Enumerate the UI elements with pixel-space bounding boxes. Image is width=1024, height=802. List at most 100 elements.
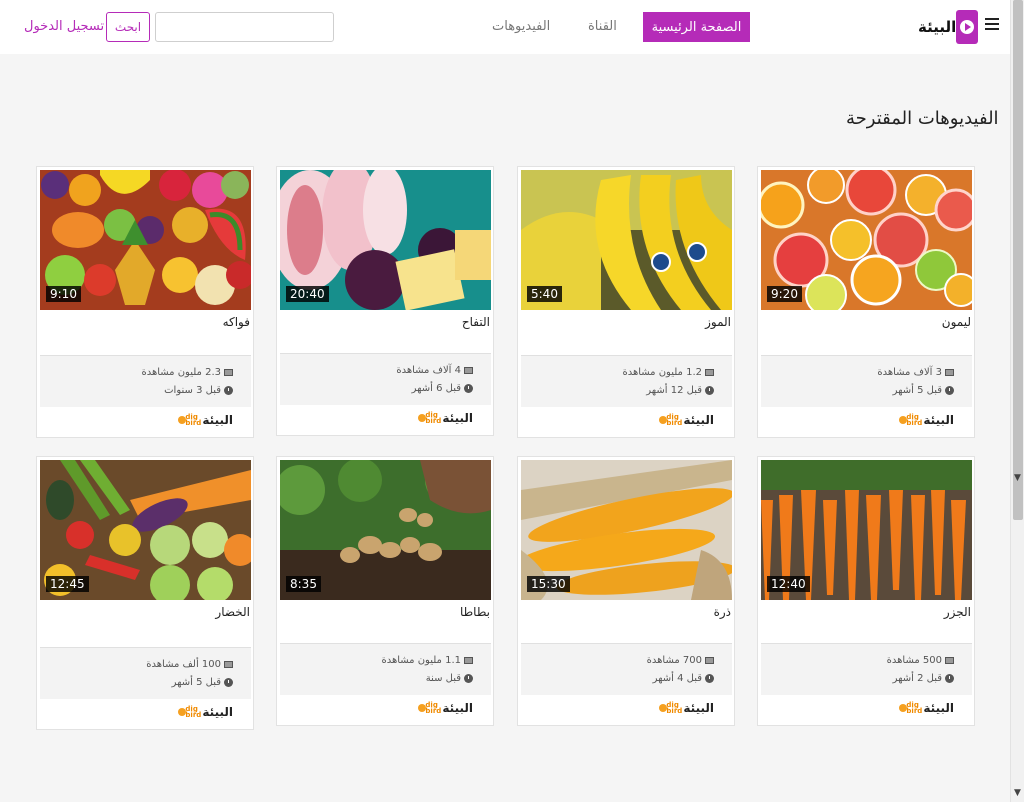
views-row: 1.2 مليون مشاهدة [622,367,714,378]
video-title[interactable]: بطاطا [460,605,490,619]
channel-link[interactable]: dig bird البيئة [659,413,714,427]
film-icon [224,369,233,376]
channel-logo-icon: dig bird [178,706,201,719]
video-card[interactable]: 8:35 بطاطا 1.1 مليون مشاهدة قبل سنة dig b… [276,456,494,726]
channel-link[interactable]: dig bird البيئة [178,413,233,427]
video-duration: 9:20 [767,286,802,302]
video-thumbnail[interactable]: 20:40 [280,170,491,310]
video-title[interactable]: الجزر [944,605,971,619]
scrollbar-thumb[interactable] [1013,0,1023,520]
video-card[interactable]: 20:40 التفاح 4 آلاف مشاهدة قبل 6 أشهر di… [276,166,494,436]
age-row: قبل سنة [426,673,473,684]
film-icon [224,661,233,668]
video-stats: 500 مشاهدة قبل 2 أشهر [761,643,972,695]
video-age: قبل 12 أشهر [646,385,702,396]
top-navbar: البيئة الصفحة الرئيسية القناة الفيديوهات… [0,0,1010,54]
search-button[interactable]: ابحث [106,12,150,42]
clock-icon [945,386,954,395]
clock-icon [945,674,954,683]
age-row: قبل 5 أشهر [893,385,954,396]
age-row: قبل 12 أشهر [646,385,714,396]
clock-icon [224,678,233,687]
channel-link[interactable]: dig bird البيئة [899,413,954,427]
clock-icon [705,386,714,395]
age-row: قبل 5 أشهر [172,677,233,688]
video-title[interactable]: الموز [705,315,731,329]
video-card[interactable]: 15:30 ذرة 700 مشاهدة قبل 4 أشهر dig bird … [517,456,735,726]
age-row: قبل 2 أشهر [893,673,954,684]
page-scrollbar[interactable]: ▼ ▼ [1010,0,1024,802]
brand-name: البيئة [918,18,957,36]
login-link[interactable]: تسجيل الدخول [24,19,104,34]
channel-link[interactable]: dig bird البيئة [659,701,714,715]
scroll-down-arrow-icon[interactable]: ▼ [1014,473,1021,483]
channel-name: البيئة [202,413,233,427]
video-thumbnail[interactable]: 8:35 [280,460,491,600]
video-card[interactable]: 5:40 الموز 1.2 مليون مشاهدة قبل 12 أشهر … [517,166,735,438]
video-duration: 12:45 [46,576,89,592]
video-views: 700 مشاهدة [646,655,702,666]
film-icon [945,657,954,664]
age-row: قبل 3 سنوات [164,385,233,396]
video-views: 100 ألف مشاهدة [146,659,221,670]
video-card[interactable]: 12:45 الخضار 100 ألف مشاهدة قبل 5 أشهر d… [36,456,254,730]
views-row: 2.3 مليون مشاهدة [141,367,233,378]
video-title[interactable]: ذرة [714,605,731,619]
channel-logo-icon: dig bird [899,414,922,427]
video-thumbnail[interactable]: 9:10 [40,170,251,310]
nav-channel-link[interactable]: القناة [588,19,617,34]
channel-link[interactable]: dig bird البيئة [178,705,233,719]
video-duration: 15:30 [527,576,570,592]
nav-videos-link[interactable]: الفيديوهات [492,19,550,34]
video-duration: 8:35 [286,576,321,592]
video-duration: 9:10 [46,286,81,302]
search-input[interactable] [155,12,334,42]
views-row: 4 آلاف مشاهدة [396,365,473,376]
channel-name: البيئة [683,701,714,715]
video-title[interactable]: فواكه [223,315,250,329]
channel-logo-icon: dig bird [659,414,682,427]
video-age: قبل 5 أشهر [171,677,221,688]
video-thumbnail[interactable]: 9:20 [761,170,972,310]
video-stats: 3 آلاف مشاهدة قبل 5 أشهر [761,355,972,407]
scroll-bottom-arrow-icon[interactable]: ▼ [1014,788,1021,798]
channel-link[interactable]: dig bird البيئة [899,701,954,715]
channel-logo-icon: dig bird [418,412,441,425]
film-icon [464,367,473,374]
video-age: قبل 6 أشهر [411,383,461,394]
video-stats: 1.2 مليون مشاهدة قبل 12 أشهر [521,355,732,407]
video-views: 500 مشاهدة [886,655,942,666]
video-views: 1.1 مليون مشاهدة [381,655,461,666]
video-stats: 100 ألف مشاهدة قبل 5 أشهر [40,647,251,699]
video-stats: 700 مشاهدة قبل 4 أشهر [521,643,732,695]
video-views: 1.2 مليون مشاهدة [622,367,702,378]
video-title[interactable]: ليمون [942,315,971,329]
channel-logo-icon: dig bird [418,702,441,715]
video-thumbnail[interactable]: 5:40 [521,170,732,310]
video-card[interactable]: 9:10 فواكه 2.3 مليون مشاهدة قبل 3 سنوات … [36,166,254,438]
clock-icon [705,674,714,683]
channel-link[interactable]: dig bird البيئة [418,701,473,715]
video-thumbnail[interactable]: 15:30 [521,460,732,600]
channel-name: البيئة [683,413,714,427]
clock-icon [464,674,473,683]
video-stats: 4 آلاف مشاهدة قبل 6 أشهر [280,353,491,405]
video-views: 2.3 مليون مشاهدة [141,367,221,378]
video-title[interactable]: التفاح [462,315,490,329]
video-age: قبل 4 أشهر [652,673,702,684]
hamburger-menu-icon[interactable] [985,18,999,30]
channel-name: البيئة [442,411,473,425]
views-row: 3 آلاف مشاهدة [877,367,954,378]
video-card[interactable]: 12:40 الجزر 500 مشاهدة قبل 2 أشهر dig bir… [757,456,975,726]
video-stats: 2.3 مليون مشاهدة قبل 3 سنوات [40,355,251,407]
video-title[interactable]: الخضار [215,605,250,619]
clock-icon [464,384,473,393]
nav-home-button[interactable]: الصفحة الرئيسية [643,12,750,42]
channel-link[interactable]: dig bird البيئة [418,411,473,425]
brand-logo-link[interactable]: البيئة [914,10,979,44]
video-card[interactable]: 9:20 ليمون 3 آلاف مشاهدة قبل 5 أشهر dig b… [757,166,975,438]
section-title: الفيديوهات المقترحة [846,108,999,129]
video-thumbnail[interactable]: 12:40 [761,460,972,600]
video-thumbnail[interactable]: 12:45 [40,460,251,600]
channel-logo-icon: dig bird [899,702,922,715]
